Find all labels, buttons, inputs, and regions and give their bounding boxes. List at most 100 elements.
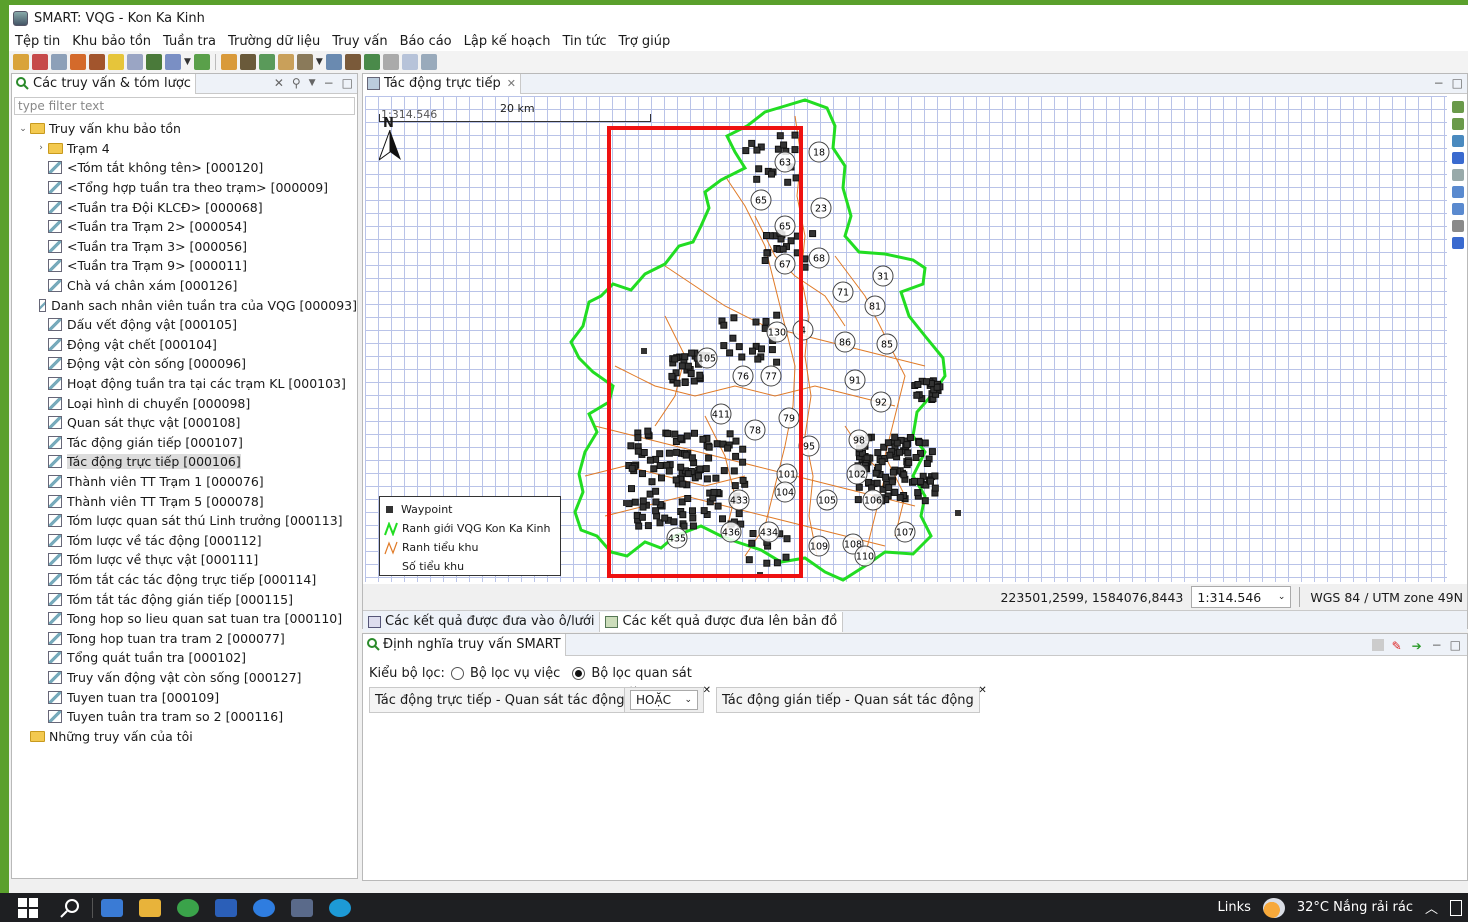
waypoint-marker[interactable] bbox=[679, 480, 687, 488]
tree-query-item[interactable]: <Tuần tra Trạm 3> [000056] bbox=[12, 237, 357, 257]
waypoint-marker[interactable] bbox=[768, 346, 776, 354]
waypoint-marker[interactable] bbox=[665, 467, 673, 475]
waypoint-marker[interactable] bbox=[691, 429, 698, 437]
waypoint-marker[interactable] bbox=[745, 556, 753, 564]
windows-start-icon[interactable] bbox=[18, 897, 38, 918]
waypoint-marker[interactable] bbox=[684, 495, 692, 502]
waypoint-marker[interactable] bbox=[773, 559, 781, 567]
table-icon[interactable] bbox=[51, 54, 67, 70]
run-arrow-icon[interactable]: ➔ bbox=[1412, 639, 1424, 653]
waypoint-marker[interactable] bbox=[749, 530, 757, 537]
tree-query-item[interactable]: <Tóm tắt không tên> [000120] bbox=[12, 158, 357, 178]
waypoint-marker[interactable] bbox=[914, 489, 922, 497]
waypoint-marker[interactable] bbox=[777, 235, 785, 243]
waypoint-marker[interactable] bbox=[730, 314, 738, 322]
flag-icon[interactable] bbox=[70, 54, 86, 70]
waypoint-marker[interactable] bbox=[784, 178, 792, 186]
waypoint-marker[interactable] bbox=[700, 507, 708, 515]
waypoint-marker[interactable] bbox=[763, 249, 771, 257]
tree-query-item[interactable]: Tổng quát tuần tra [000102] bbox=[12, 648, 357, 668]
smart-app-icon[interactable] bbox=[291, 898, 313, 917]
waypoint-marker[interactable] bbox=[720, 321, 728, 329]
lightbulb-icon[interactable] bbox=[108, 54, 124, 70]
waypoint-marker[interactable] bbox=[739, 445, 747, 453]
zoom-in-icon[interactable] bbox=[1452, 186, 1464, 198]
waypoint-marker[interactable] bbox=[644, 427, 652, 435]
tab-direct-impact[interactable]: Tác động trực tiếp ✕ bbox=[363, 73, 522, 94]
waypoint-marker[interactable] bbox=[884, 439, 892, 447]
waypoint-marker[interactable] bbox=[748, 139, 756, 147]
links-toolbar[interactable]: Links bbox=[1217, 900, 1250, 915]
map-canvas[interactable]: 20 km 1:314.546 N 63 18 65 23 65 68 31 67 71 81 4 1… bbox=[365, 96, 1447, 582]
patrol-icon[interactable] bbox=[220, 54, 237, 70]
waypoint-marker[interactable] bbox=[752, 318, 760, 326]
waypoint-marker[interactable] bbox=[906, 434, 914, 441]
waypoint-marker[interactable] bbox=[673, 379, 681, 387]
waypoint-marker[interactable] bbox=[874, 463, 882, 471]
tree-query-item[interactable]: Tong hop tuan tra tram 2 [000077] bbox=[12, 628, 357, 648]
waypoint-marker[interactable] bbox=[673, 448, 681, 456]
tree-query-item[interactable]: Tong hop so lieu quan sat tuan tra [0001… bbox=[12, 609, 357, 629]
station-icon[interactable] bbox=[363, 54, 380, 70]
waypoint-marker[interactable] bbox=[650, 465, 658, 473]
tree-query-item[interactable]: Tóm lược về thực vật [000111] bbox=[12, 550, 357, 570]
waypoint-marker[interactable] bbox=[783, 535, 791, 543]
waypoint-marker[interactable] bbox=[680, 522, 688, 530]
waypoint-marker[interactable] bbox=[779, 245, 787, 253]
waypoint-marker[interactable] bbox=[782, 553, 790, 561]
info-icon[interactable] bbox=[1452, 237, 1464, 249]
waypoint-marker[interactable] bbox=[683, 432, 691, 440]
waypoint-marker[interactable] bbox=[678, 362, 686, 370]
tree-query-item[interactable]: Quan sát thực vật [000108] bbox=[12, 413, 357, 433]
zoom-icon[interactable] bbox=[1452, 169, 1464, 181]
waypoint-marker[interactable] bbox=[684, 362, 692, 370]
waypoint-marker[interactable] bbox=[893, 439, 901, 447]
waypoint-marker[interactable] bbox=[720, 342, 728, 350]
waypoint-marker[interactable] bbox=[792, 174, 800, 182]
settings-icon[interactable] bbox=[382, 54, 399, 70]
waypoint-marker[interactable] bbox=[931, 484, 939, 492]
radio-incident-label[interactable]: Bộ lọc vụ việc bbox=[470, 666, 560, 681]
waypoint-marker[interactable] bbox=[854, 496, 862, 504]
waypoint-marker[interactable] bbox=[933, 383, 941, 391]
waypoint-marker[interactable] bbox=[900, 471, 908, 479]
operator-select[interactable]: HOẶC ⌄ bbox=[630, 690, 698, 710]
waypoint-marker[interactable] bbox=[912, 454, 920, 461]
waypoint-marker[interactable] bbox=[681, 353, 689, 361]
tree-icon[interactable] bbox=[146, 54, 162, 70]
waypoint-marker[interactable] bbox=[763, 559, 771, 567]
chevron-down-icon[interactable]: ⌄ bbox=[684, 695, 692, 705]
layers-icon[interactable] bbox=[1452, 101, 1464, 113]
waypoint-marker[interactable] bbox=[905, 458, 913, 466]
waypoint-marker[interactable] bbox=[735, 510, 743, 518]
waypoint-marker[interactable] bbox=[748, 539, 756, 547]
minimize-icon[interactable]: − bbox=[1434, 76, 1444, 90]
tree-query-item[interactable]: Chà vá chân xám [000126] bbox=[12, 276, 357, 296]
weather-icon[interactable] bbox=[1262, 897, 1285, 918]
waypoint-marker[interactable] bbox=[702, 465, 710, 473]
waypoint-marker[interactable] bbox=[886, 451, 894, 459]
waypoint-marker[interactable] bbox=[726, 430, 734, 438]
tree-query-item[interactable]: Tác động gián tiếp [000107] bbox=[12, 433, 357, 453]
waypoint-marker[interactable] bbox=[787, 237, 795, 245]
waypoint-marker[interactable] bbox=[768, 170, 775, 178]
waypoint-marker[interactable] bbox=[703, 475, 711, 483]
filter-chip-direct-impact[interactable]: Tác động trực tiếp - Quan sát tác động ✕ bbox=[369, 685, 638, 713]
waypoint-marker[interactable] bbox=[677, 434, 685, 442]
waypoint-marker[interactable] bbox=[634, 434, 642, 442]
waypoint-marker[interactable] bbox=[664, 430, 672, 438]
word-icon[interactable] bbox=[215, 898, 237, 917]
pan-icon[interactable] bbox=[1452, 152, 1464, 164]
waypoint-marker[interactable] bbox=[923, 460, 931, 467]
tree-query-item[interactable]: Truy vấn động vật còn sống [000127] bbox=[12, 668, 357, 688]
tab-results-map[interactable]: Các kết quả được đưa lên bản đồ bbox=[600, 611, 844, 632]
menu-data-model[interactable]: Trường dữ liệu bbox=[222, 34, 326, 49]
tree-query-item[interactable]: <Tuần tra Trạm 2> [000054] bbox=[12, 217, 357, 237]
tree-query-item[interactable]: Dấu vết động vật [000105] bbox=[12, 315, 357, 335]
radio-observation-label[interactable]: Bộ lọc quan sát bbox=[591, 666, 692, 681]
tree-query-item[interactable]: Loại hình di chuyển [000098] bbox=[12, 393, 357, 413]
tree-query-item[interactable]: Danh sach nhân viên tuần tra của VQG [00… bbox=[12, 295, 357, 315]
chrome-icon[interactable] bbox=[177, 898, 199, 917]
waypoint-marker[interactable] bbox=[646, 456, 654, 464]
waypoint-marker[interactable] bbox=[761, 257, 769, 264]
